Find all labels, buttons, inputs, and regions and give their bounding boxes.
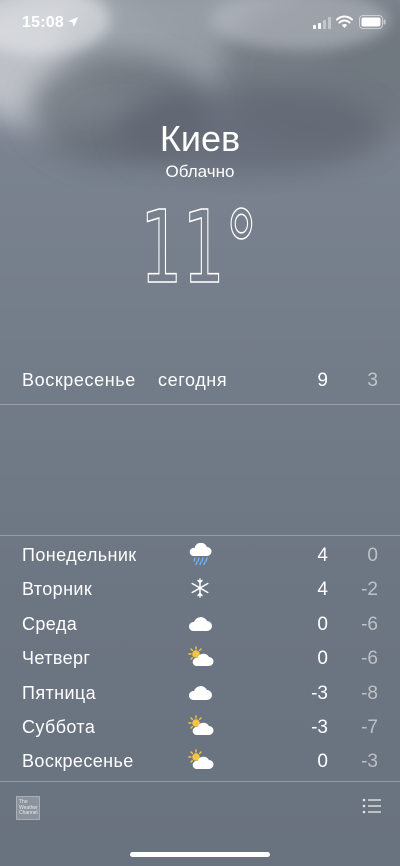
partly-sunny-icon (186, 646, 214, 668)
today-label: сегодня (158, 370, 228, 390)
battery-icon (359, 15, 386, 29)
forecast-high: 4 (317, 579, 328, 601)
forecast-day: Среда (22, 613, 78, 634)
home-indicator[interactable] (130, 852, 270, 857)
forecast-day: Вторник (22, 579, 93, 600)
current-temperature: 11° (140, 200, 259, 290)
forecast-day: Суббота (22, 716, 96, 737)
forecast-low: -7 (361, 716, 378, 738)
forecast-high: -3 (311, 716, 328, 738)
forecast-row: Воскресенье 0 -3 (0, 744, 400, 778)
cloud-icon (186, 612, 214, 634)
forecast-high: 0 (317, 613, 328, 635)
forecast-row: Пятница -3 -8 (0, 676, 400, 710)
partly-sunny-icon (186, 749, 214, 771)
divider (0, 535, 400, 536)
weather-condition: Облачно (165, 162, 235, 181)
today-day: Воскресенье (22, 370, 136, 390)
forecast-low: -6 (361, 613, 378, 635)
forecast-low: -3 (361, 751, 378, 773)
forecast-high: 0 (317, 751, 328, 773)
weather-channel-logo[interactable]: The Weather Channel (16, 796, 40, 820)
divider (0, 404, 400, 405)
forecast-low: -2 (361, 579, 378, 601)
location-arrow-icon (68, 17, 78, 27)
forecast-day: Пятница (22, 682, 97, 703)
forecast-row: Понедельник 4 0 (0, 538, 400, 572)
forecast-day: Воскресенье (22, 751, 134, 772)
divider (0, 781, 400, 782)
cloud-icon (186, 681, 214, 703)
city-name: Киев (159, 118, 241, 159)
today-low: 3 (367, 370, 378, 391)
forecast-day: Четверг (22, 648, 91, 669)
current-temperature-text: 11° (140, 200, 258, 290)
forecast-low: -8 (361, 682, 378, 704)
today-summary-row: Воскресенье сегодня 9 3 (0, 362, 400, 404)
wifi-icon (336, 15, 353, 28)
forecast-row: Вторник 4 -2 (0, 572, 400, 606)
forecast-row: Четверг 0 -6 (0, 641, 400, 675)
status-time: 15:08 (22, 14, 64, 31)
forecast-low: 0 (367, 545, 378, 566)
rain-icon (186, 542, 214, 566)
partly-sunny-icon (186, 715, 214, 737)
snowflake-icon (186, 577, 214, 599)
cellular-signal-icon (313, 17, 331, 29)
forecast-high: 0 (317, 648, 328, 670)
list-icon[interactable] (362, 798, 382, 814)
forecast-high: 4 (317, 545, 328, 566)
daily-forecast-list: Понедельник 4 0 Вторник 4 -2 Среда 0 -6 Четверг 0 -… (0, 538, 400, 779)
status-bar: 15:08 (0, 0, 400, 44)
forecast-day: Понедельник (22, 545, 137, 565)
forecast-row: Суббота -3 -7 (0, 710, 400, 744)
today-high: 9 (317, 370, 328, 391)
forecast-high: -3 (311, 682, 328, 704)
forecast-row: Среда 0 -6 (0, 607, 400, 641)
forecast-low: -6 (361, 648, 378, 670)
